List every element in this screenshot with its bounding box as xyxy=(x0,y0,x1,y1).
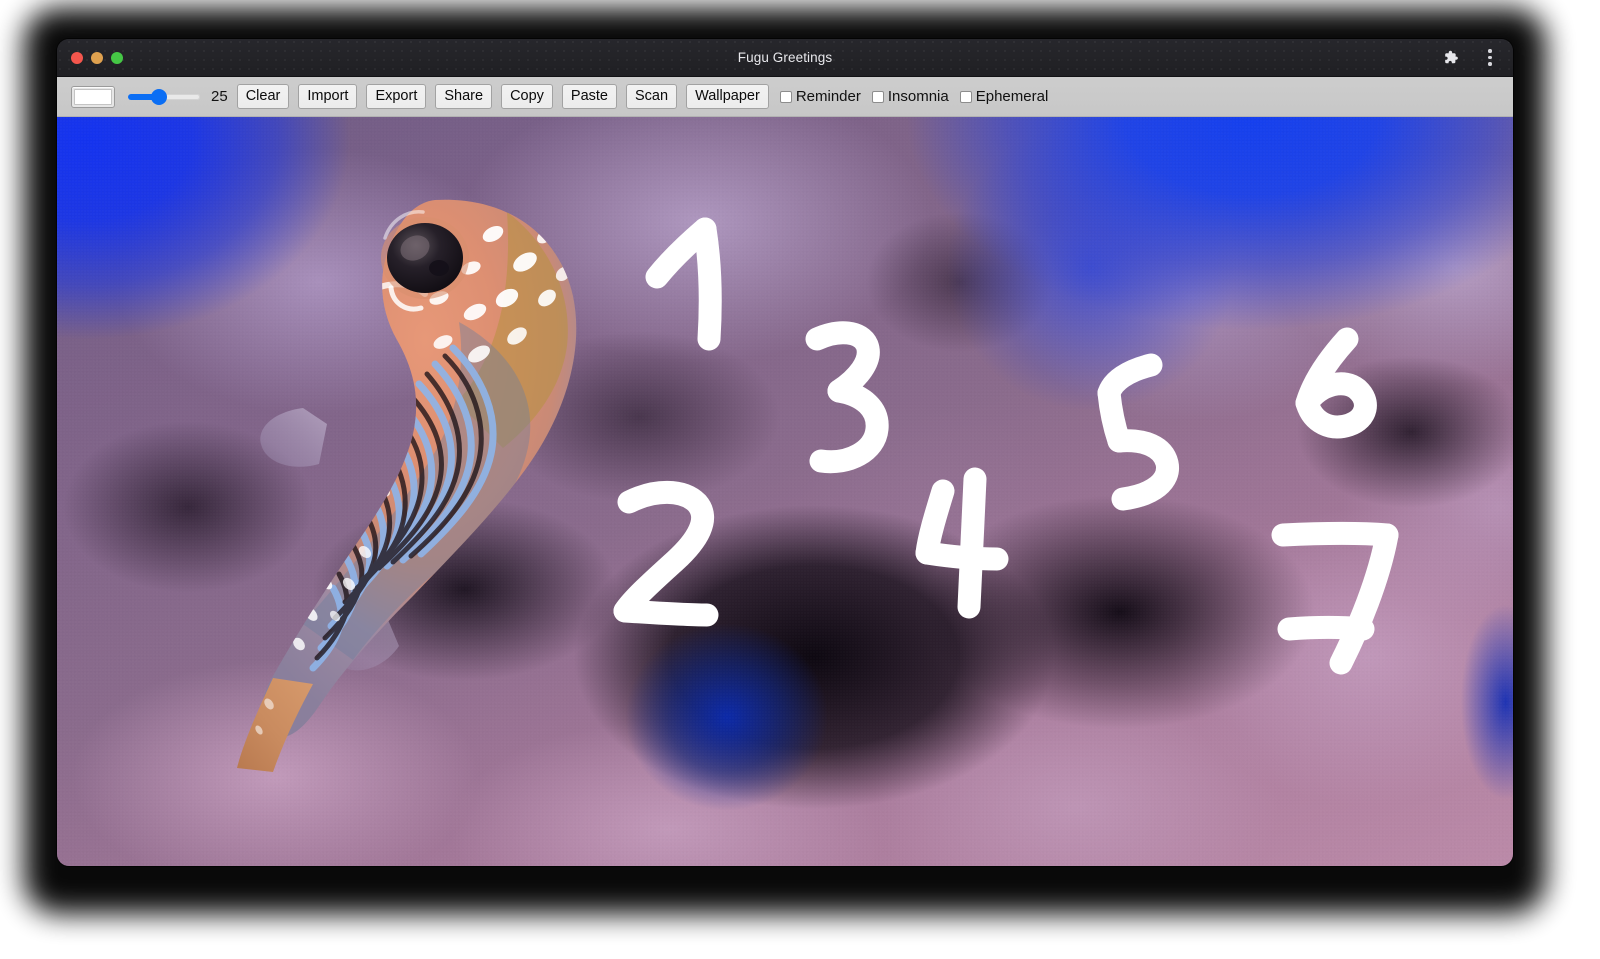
color-picker[interactable] xyxy=(71,85,115,108)
brush-size-value: 25 xyxy=(211,88,228,105)
clear-button[interactable]: Clear xyxy=(236,84,290,109)
slider-thumb[interactable] xyxy=(151,88,168,105)
copy-button[interactable]: Copy xyxy=(501,84,553,109)
insomnia-checkbox-box[interactable] xyxy=(871,90,884,103)
brush-size-slider[interactable] xyxy=(128,87,200,107)
insomnia-checkbox[interactable]: Insomnia xyxy=(871,88,949,105)
window-titlebar[interactable]: Fugu Greetings xyxy=(57,39,1513,77)
ephemeral-checkbox[interactable]: Ephemeral xyxy=(959,88,1049,105)
export-button[interactable]: Export xyxy=(366,84,427,109)
ephemeral-checkbox-box[interactable] xyxy=(959,90,972,103)
color-picker-swatch xyxy=(74,88,112,105)
scan-button[interactable]: Scan xyxy=(626,84,678,109)
screenshot-root: Fugu Greetings 25 Clear Import Export Sh… xyxy=(0,0,1600,959)
window-title: Fugu Greetings xyxy=(737,50,833,65)
paste-button[interactable]: Paste xyxy=(561,84,618,109)
ephemeral-checkbox-label: Ephemeral xyxy=(975,88,1049,105)
kebab-dots xyxy=(1488,49,1492,66)
share-button[interactable]: Share xyxy=(435,84,493,109)
background-photo-pufferfish xyxy=(57,117,1513,866)
browser-menu-icon[interactable] xyxy=(1479,47,1501,69)
insomnia-checkbox-label: Insomnia xyxy=(887,88,949,105)
app-toolbar: 25 Clear Import Export Share Copy Paste … xyxy=(57,77,1513,117)
import-button[interactable]: Import xyxy=(298,84,358,109)
reminder-checkbox-box[interactable] xyxy=(779,90,792,103)
reminder-checkbox[interactable]: Reminder xyxy=(779,88,861,105)
extensions-icon[interactable] xyxy=(1439,47,1461,69)
titlebar-actions xyxy=(1439,39,1501,76)
app-window: Fugu Greetings 25 Clear Import Export Sh… xyxy=(57,39,1513,866)
drawing-canvas[interactable] xyxy=(57,117,1513,866)
wallpaper-button[interactable]: Wallpaper xyxy=(686,84,769,109)
reminder-checkbox-label: Reminder xyxy=(795,88,861,105)
